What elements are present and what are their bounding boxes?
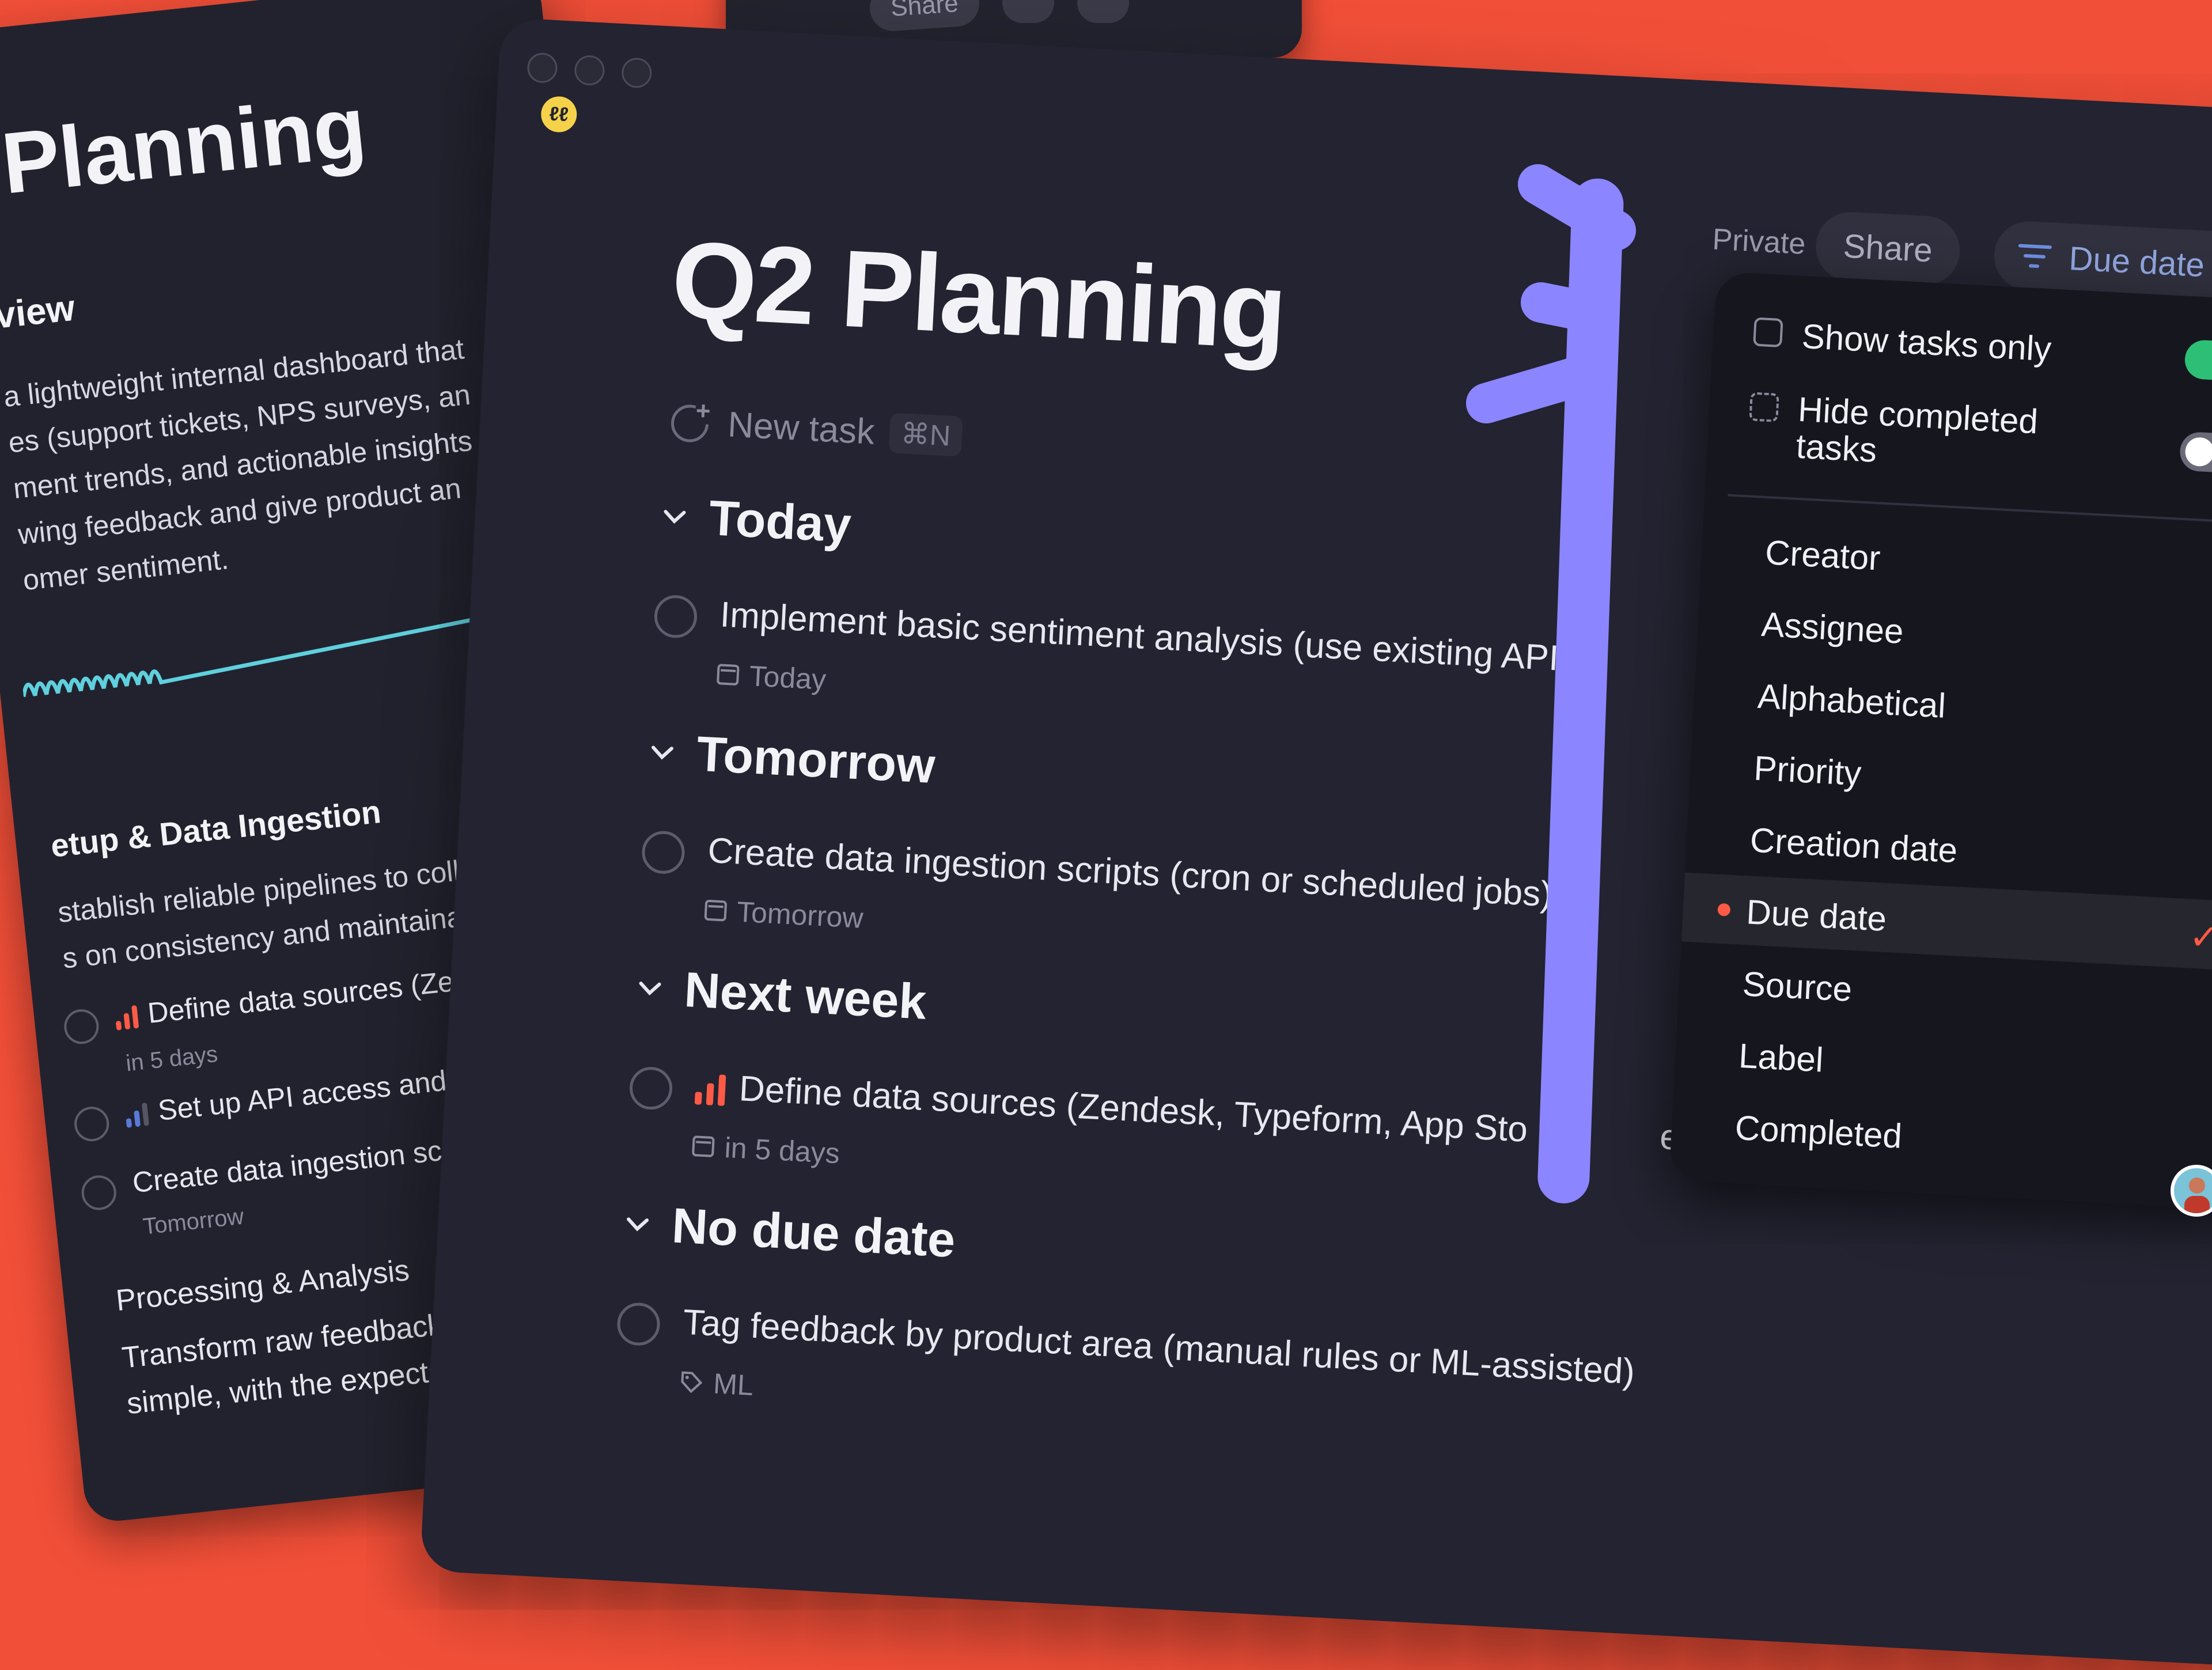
calendar-icon [691,1135,715,1158]
background-task-title: Define data sources (Zen [146,963,471,1029]
calendar-icon [716,664,740,686]
task-checkbox[interactable] [628,1066,673,1111]
background-task-title: Set up API access and [156,1064,448,1127]
section-no-due-date[interactable]: No due date [621,1195,957,1269]
squiggle-decoration [21,607,525,697]
section-today[interactable]: Today [658,487,853,554]
task-checkbox[interactable] [653,594,698,639]
sort-option-label: Source [1741,964,1853,1009]
task-label: ML [679,1365,754,1403]
section-title: Tomorrow [695,726,937,794]
task-due-label: Today [748,660,827,696]
background-task-meta: in 5 days [124,1041,219,1077]
calendar-icon [704,899,728,922]
chevron-down-icon[interactable] [659,501,691,532]
sort-dropdown-menu: Show tasks only Hide completed tasks Crea… [1669,271,2212,1211]
task-due: Today [716,657,827,696]
section-title: Today [707,490,853,553]
background-subsection-heading: Processing & Analysis [114,1254,411,1318]
sort-option-label: Label [1737,1036,1824,1080]
task-label-text: ML [712,1367,755,1402]
sort-button-label: Due date [2068,239,2206,284]
background-overview-heading: view [0,286,77,336]
background-page-title: Planning [0,77,370,212]
sort-option-label: Alphabetical [1756,676,1947,725]
show-tasks-only-row[interactable]: Show tasks only [1752,314,2052,369]
page-title: Q2 Planning [669,218,1288,373]
hide-completed-toggle[interactable] [2179,431,2212,475]
hide-completed-icon [1749,392,1779,422]
new-task-label: New task [726,404,876,452]
task-due-label: in 5 days [724,1131,841,1170]
selected-dot-icon [1717,903,1731,917]
background-task-checkbox[interactable] [73,1105,111,1143]
task-title: Define data sources (Zendesk, Typeform, … [738,1069,1529,1150]
task-due-label: Tomorrow [736,895,864,934]
toggle-knob [2184,437,2212,467]
filter-icon [2018,244,2052,268]
priority-high-icon [114,1005,139,1031]
new-task-shortcut: ⌘N [888,412,963,457]
section-title: No due date [671,1198,957,1268]
background-paragraph-line: omer sentiment. [21,543,230,597]
hide-completed-row[interactable]: Hide completed tasks [1747,388,2039,477]
task-checkbox[interactable] [616,1301,661,1347]
task-due: Tomorrow [704,893,864,935]
background-section-heading: etup & Data Ingestion [49,793,383,864]
background-task[interactable]: Define data sources (Zen [113,963,471,1033]
sort-option-label: Creation date [1749,820,1959,870]
visibility-label[interactable]: Private [1711,222,1806,262]
background-task-checkbox[interactable] [62,1008,101,1046]
chevron-down-icon[interactable] [622,1208,653,1240]
task-checkbox[interactable] [641,830,686,875]
sort-option-label: Priority [1753,748,1862,793]
new-task-button[interactable]: New task ⌘N [668,395,963,463]
sort-option-label: Due date [1745,892,1888,938]
priority-high-icon [694,1073,726,1106]
chevron-down-icon[interactable] [646,737,678,768]
tasks-list-icon [1753,317,1783,348]
section-title: Next week [683,962,928,1030]
checkmark-icon: ✓ [2188,917,2212,959]
task-title[interactable]: Tag feedback by product area (manual rul… [682,1302,1636,1392]
new-task-icon [668,399,714,445]
background-task-title[interactable]: Create data ingestion scri [131,1132,459,1199]
background-task-checkbox[interactable] [79,1173,118,1212]
hide-completed-label: Hide completed tasks [1795,390,2039,478]
show-tasks-only-label: Show tasks only [1801,316,2052,369]
sort-option-label: Completed [1734,1108,1903,1156]
window-zoom-button[interactable] [620,57,653,89]
window-minimize-button[interactable] [574,54,605,86]
section-next-week[interactable]: Next week [634,959,928,1031]
window-close-button[interactable] [527,52,558,84]
task-due: in 5 days [691,1129,840,1170]
chevron-down-icon[interactable] [634,972,666,1004]
sort-option-label: Creator [1764,533,1881,578]
task-title[interactable]: Implement basic sentiment analysis (use … [719,594,1559,679]
priority-low-icon [124,1102,150,1128]
main-window: ℓℓ Q2 Planning New task ⌘N Today Impleme… [419,17,2212,1670]
sort-option-label: Assignee [1760,604,1905,651]
hide-completed-label-line2: tasks [1795,426,1878,469]
app-logo-icon: ℓℓ [540,95,578,134]
share-button[interactable]: Share [1814,210,1962,287]
show-tasks-only-toggle[interactable] [2184,339,2212,383]
background-task-meta: Tomorrow [142,1203,245,1240]
section-tomorrow[interactable]: Tomorrow [646,723,937,795]
background-task[interactable]: Set up API access and [124,1064,448,1131]
